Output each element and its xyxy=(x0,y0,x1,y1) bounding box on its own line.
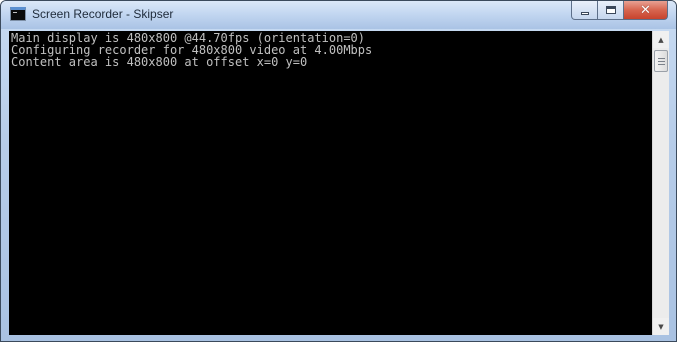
maximize-button[interactable] xyxy=(598,1,624,20)
close-icon: ✕ xyxy=(640,2,651,18)
caption-buttons: ✕ xyxy=(571,1,668,21)
scroll-up-arrow-icon[interactable]: ▲ xyxy=(653,31,669,48)
scroll-down-arrow-icon[interactable]: ▼ xyxy=(653,318,669,335)
close-button[interactable]: ✕ xyxy=(624,1,668,20)
grip-line xyxy=(658,61,665,62)
vertical-scrollbar[interactable]: ▲ ▼ xyxy=(652,31,669,335)
minimize-button[interactable] xyxy=(571,1,598,20)
maximize-icon xyxy=(605,6,616,14)
grip-line xyxy=(658,64,665,65)
console-line: Content area is 480x800 at offset x=0 y=… xyxy=(11,55,308,69)
scrollbar-thumb[interactable] xyxy=(654,50,668,72)
minimize-icon xyxy=(580,11,589,15)
grip-line xyxy=(658,58,665,59)
title-bar[interactable]: Screen Recorder - Skipser ✕ xyxy=(1,1,676,29)
console-window: Screen Recorder - Skipser ✕ Main display… xyxy=(0,0,677,342)
console-window-icon[interactable] xyxy=(10,7,26,21)
window-title: Screen Recorder - Skipser xyxy=(32,7,174,21)
console-output[interactable]: Main display is 480x800 @44.70fps (orien… xyxy=(9,31,652,335)
